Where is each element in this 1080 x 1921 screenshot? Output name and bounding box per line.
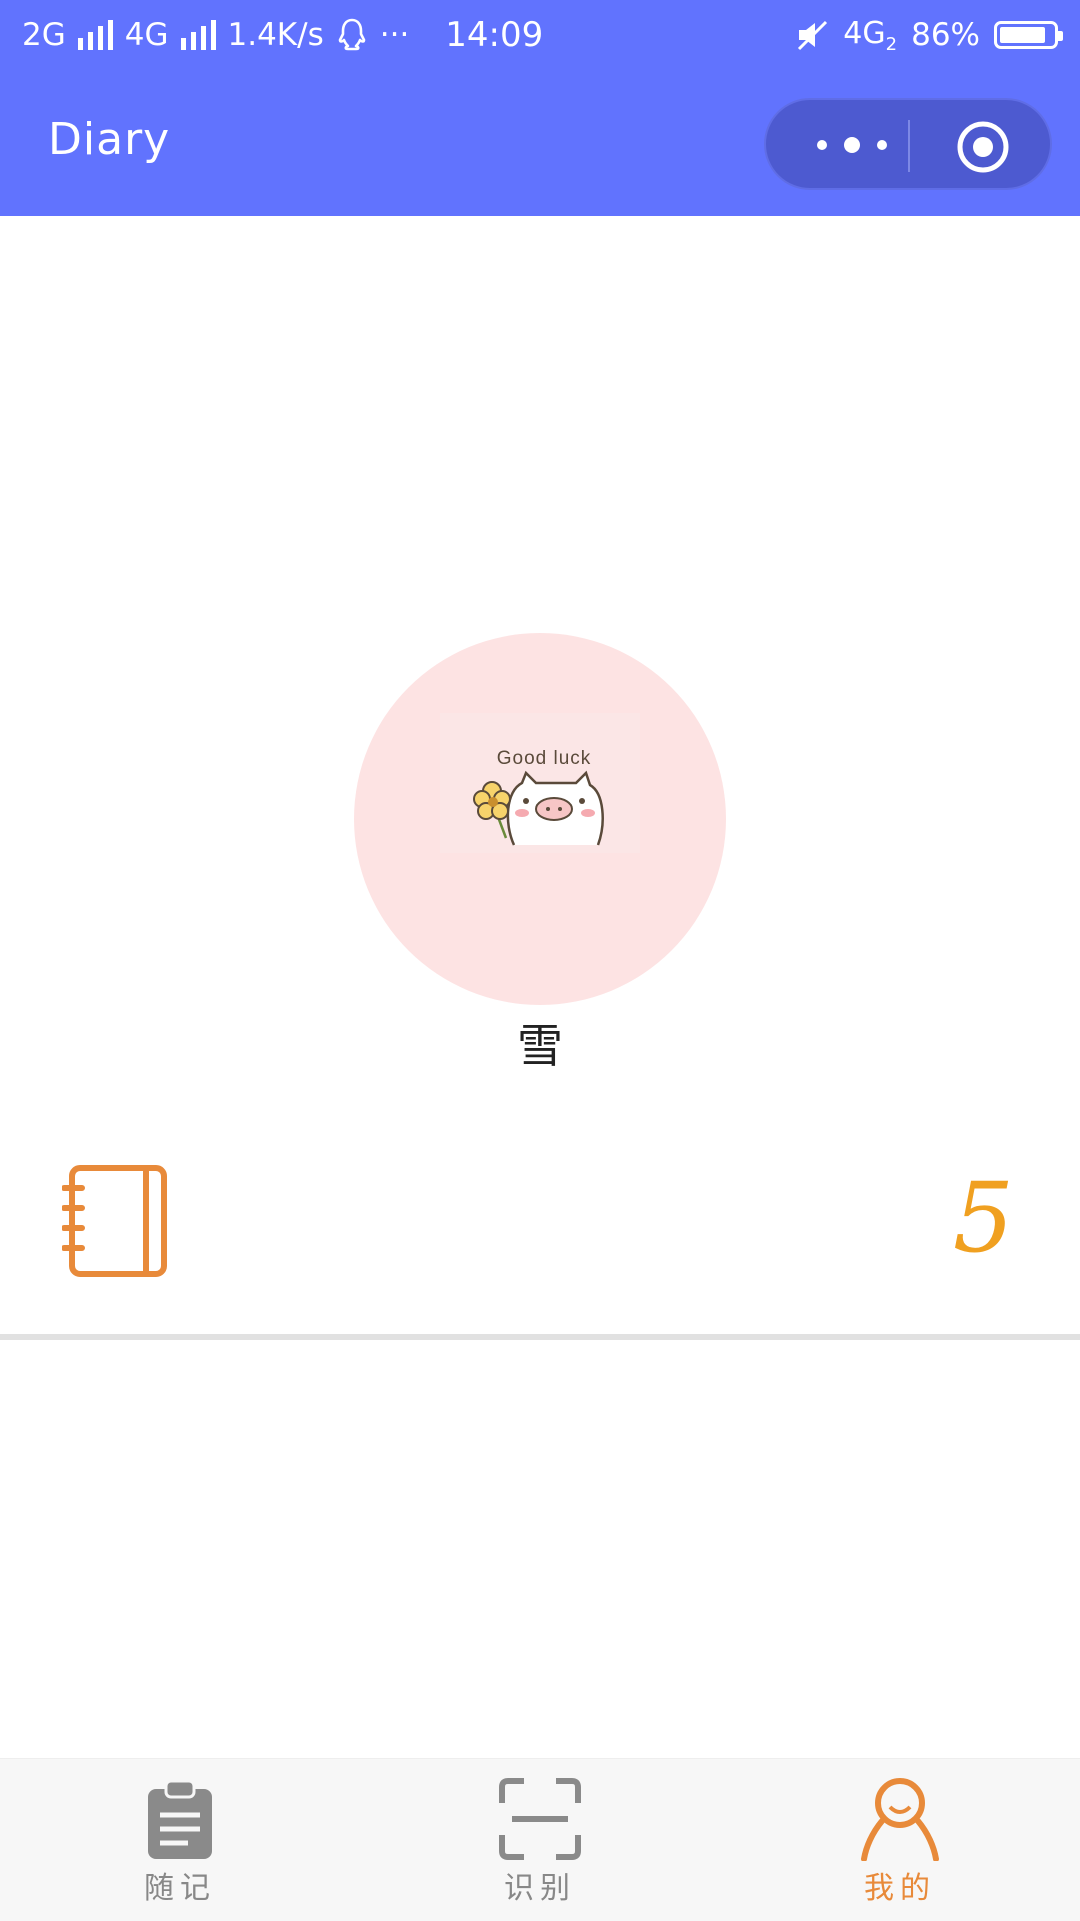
network-type-label: 4G — [843, 15, 886, 51]
network-type: 4G2 — [843, 16, 897, 55]
qq-icon — [338, 18, 366, 51]
close-miniprogram-icon[interactable] — [956, 120, 1010, 174]
scan-icon — [499, 1778, 581, 1860]
status-time: 14:09 — [445, 15, 544, 55]
tab-bar: 随记 识别 我的 — [0, 1758, 1080, 1921]
diary-count-row[interactable]: 5 — [0, 1140, 1080, 1340]
username: 雪 — [517, 1019, 563, 1073]
diary-count: 5 — [952, 1162, 1014, 1274]
avatar[interactable]: Good luck — [354, 633, 726, 1005]
battery-icon — [994, 21, 1063, 49]
avatar-caption: Good luck — [497, 748, 592, 769]
battery-fill — [1000, 27, 1045, 43]
tab-notes-label: 随记 — [144, 1871, 216, 1906]
status-more: ··· — [379, 17, 410, 53]
network-1-label: 2G — [22, 17, 66, 53]
navigation-bar: Diary — [0, 70, 1080, 216]
capsule-divider — [908, 120, 910, 172]
sim-slot-label: 2 — [885, 33, 898, 55]
battery-percent: 86% — [911, 17, 980, 53]
network-2-label: 4G — [124, 17, 169, 53]
pig-illustration: Good luck — [440, 713, 640, 853]
status-right: 4G2 86% — [795, 16, 1063, 55]
person-icon — [861, 1778, 939, 1861]
signal-2-icon — [180, 20, 216, 50]
mute-icon — [798, 20, 828, 51]
tab-mine[interactable]: 我的 — [810, 1759, 990, 1921]
clipboard-icon — [148, 1779, 212, 1859]
tab-scan[interactable]: 识别 — [450, 1759, 630, 1921]
section-divider — [0, 1334, 1080, 1340]
tab-mine-label: 我的 — [864, 1871, 936, 1906]
signal-1-icon — [77, 20, 113, 50]
status-bar: 2G 4G 1.4K/s ··· 14:09 4G2 86% — [0, 0, 1080, 70]
tab-notes[interactable]: 随记 — [90, 1759, 270, 1921]
status-left: 2G 4G 1.4K/s ··· 14:09 — [22, 15, 543, 55]
network-speed: 1.4K/s — [227, 17, 324, 53]
more-options-icon[interactable] — [808, 130, 896, 160]
tab-scan-label: 识别 — [504, 1871, 576, 1906]
page-title: Diary — [48, 114, 171, 165]
mini-program-capsule — [764, 98, 1052, 190]
notebook-icon — [62, 1165, 167, 1277]
